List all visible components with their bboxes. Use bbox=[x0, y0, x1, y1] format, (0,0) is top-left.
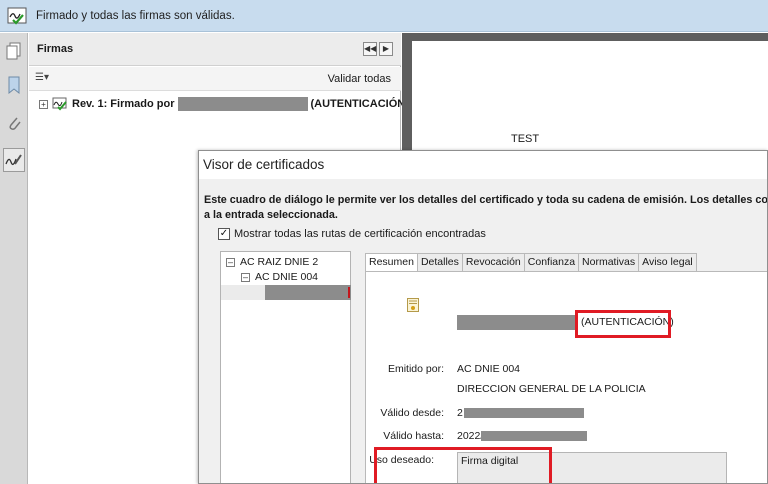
certificate-viewer-dialog: Visor de certificados Este cuadro de diá… bbox=[198, 150, 768, 484]
panel-header: Firmas ◀◀ ▶ bbox=[29, 33, 401, 66]
valid-signature-icon bbox=[52, 97, 67, 111]
signature-prefix: Rev. 1: Firmado por bbox=[72, 98, 175, 110]
valid-from-value: 2 bbox=[457, 407, 463, 419]
validate-all-button[interactable]: Validar todas bbox=[328, 73, 391, 85]
pages-icon bbox=[6, 42, 21, 60]
issued-by-org: DIRECCION GENERAL DE LA POLICIA bbox=[457, 383, 646, 395]
highlight-intended-use bbox=[374, 447, 552, 483]
expand-right-icon[interactable]: ▶ bbox=[379, 42, 393, 56]
tree-item-intermediate[interactable]: – AC DNIE 004 bbox=[241, 271, 318, 283]
tab-revocacion[interactable]: Revocación bbox=[462, 253, 525, 272]
navigation-rail bbox=[0, 33, 28, 484]
signatures-button[interactable] bbox=[3, 148, 25, 172]
bookmark-icon bbox=[8, 76, 20, 94]
tab-resumen[interactable]: Resumen bbox=[365, 253, 418, 273]
signed-document-icon bbox=[7, 7, 27, 25]
paperclip-icon bbox=[9, 117, 21, 130]
banner-message: Firmado y todas las firmas son válidas. bbox=[36, 9, 235, 22]
issued-by-value: AC DNIE 004 bbox=[457, 363, 521, 375]
certificate-tabs: Resumen Detalles Revocación Confianza No… bbox=[365, 253, 697, 273]
redacted-valid-to bbox=[481, 431, 587, 441]
valid-to-label: Válido hasta: bbox=[383, 430, 444, 442]
bookmarks-button[interactable] bbox=[3, 73, 25, 97]
dialog-body: Este cuadro de diálogo le permite ver lo… bbox=[199, 179, 768, 483]
collapse-minus-icon[interactable]: – bbox=[226, 257, 235, 267]
checkbox-checked-icon[interactable]: ✓ bbox=[218, 228, 230, 240]
panel-title: Firmas bbox=[37, 43, 74, 55]
redacted-end-entity bbox=[265, 285, 351, 300]
dialog-description-line-1: Este cuadro de diálogo le permite ver lo… bbox=[204, 194, 768, 206]
tab-aviso-legal[interactable]: Aviso legal bbox=[639, 253, 697, 272]
tree-item-root[interactable]: – AC RAIZ DNIE 2 bbox=[226, 256, 318, 268]
collapse-left-icon[interactable]: ◀◀ bbox=[363, 42, 377, 56]
tab-detalles[interactable]: Detalles bbox=[417, 253, 463, 272]
tab-confianza[interactable]: Confianza bbox=[524, 253, 580, 272]
expand-plus-icon[interactable]: + bbox=[39, 99, 48, 109]
signature-suffix: (AUTENTICACIÓN) bbox=[310, 98, 409, 110]
valid-to-value: 2022/ bbox=[457, 430, 484, 442]
document-text: TEST bbox=[511, 133, 540, 145]
summary-panel: (AUTENTICACIÓN) Emitido por: AC DNIE 004… bbox=[365, 271, 767, 483]
dialog-description: Este cuadro de diálogo le permite ver lo… bbox=[204, 193, 768, 223]
dialog-title: Visor de certificados bbox=[203, 157, 325, 172]
highlight-authentication bbox=[575, 310, 671, 338]
pages-thumbnail-button[interactable] bbox=[3, 39, 25, 63]
certificate-icon bbox=[407, 298, 419, 312]
tree-item-root-label: AC RAIZ DNIE 2 bbox=[240, 256, 319, 268]
options-menu-icon[interactable]: ☰▾ bbox=[35, 72, 57, 86]
issued-by-label: Emitido por: bbox=[387, 363, 444, 375]
redacted-signer-name bbox=[178, 97, 309, 111]
dialog-description-line-2: a la entrada seleccionada. bbox=[204, 209, 338, 221]
redacted-valid-from bbox=[464, 408, 584, 418]
tab-normativas[interactable]: Normativas bbox=[579, 253, 640, 272]
show-all-paths-checkbox[interactable]: ✓ Mostrar todas las rutas de certificaci… bbox=[218, 228, 486, 240]
valid-from-label: Válido desde: bbox=[380, 407, 444, 419]
signature-pen-icon bbox=[5, 154, 22, 166]
selection-marker bbox=[348, 287, 350, 298]
collapse-minus-icon[interactable]: – bbox=[241, 272, 250, 282]
signature-status-banner: Firmado y todas las firmas son válidas. bbox=[0, 0, 768, 32]
panel-arrows: ◀◀ ▶ bbox=[363, 42, 393, 56]
panel-toolbar: ☰▾ Validar todas bbox=[29, 67, 401, 91]
signature-entry[interactable]: + Rev. 1: Firmado por (AUTENTICACIÓN) bbox=[39, 96, 409, 112]
tree-item-intermediate-label: AC DNIE 004 bbox=[255, 271, 319, 283]
show-all-paths-label: Mostrar todas las rutas de certificación… bbox=[234, 228, 486, 240]
certificate-chain-tree: – AC RAIZ DNIE 2 – AC DNIE 004 bbox=[220, 251, 351, 483]
tree-item-selected[interactable] bbox=[221, 285, 351, 300]
redacted-subject-name bbox=[457, 315, 577, 330]
attachments-button[interactable] bbox=[3, 111, 25, 135]
